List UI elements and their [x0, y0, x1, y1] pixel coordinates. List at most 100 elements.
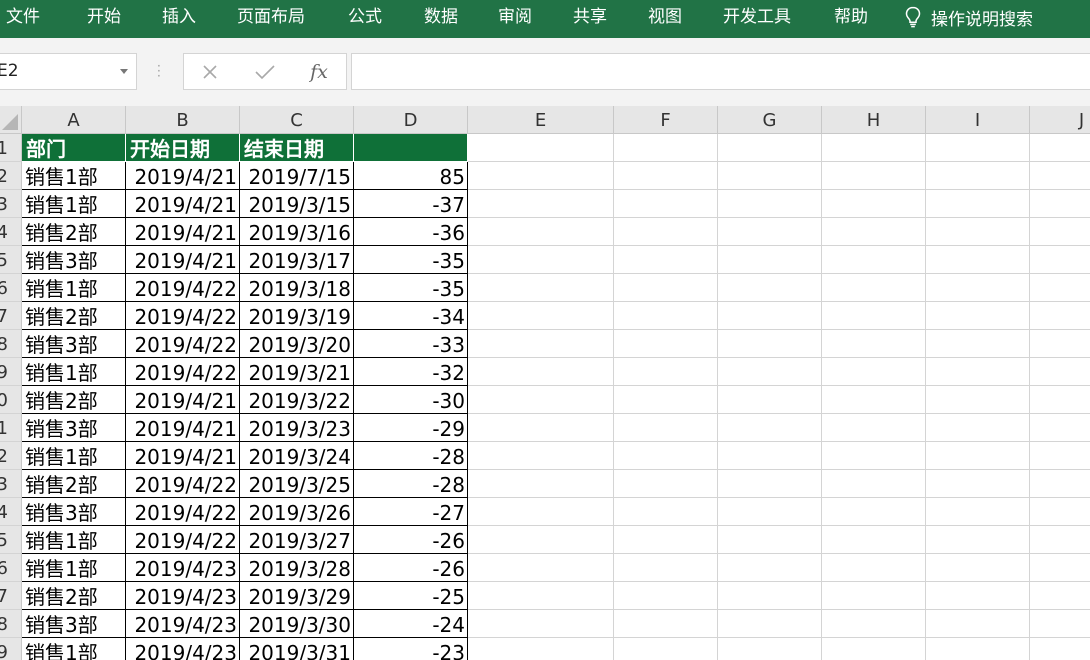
data-cell[interactable]: 销售3部: [22, 414, 126, 442]
tab-home[interactable]: 开始: [87, 5, 121, 29]
row-header[interactable]: 18: [0, 610, 22, 638]
cell[interactable]: [614, 498, 718, 526]
cell[interactable]: [822, 246, 926, 274]
cell[interactable]: [614, 554, 718, 582]
splitter-handle[interactable]: · · ·: [157, 60, 161, 82]
data-cell[interactable]: 销售1部: [22, 638, 126, 660]
tab-data[interactable]: 数据: [424, 5, 458, 29]
cell[interactable]: [926, 330, 1030, 358]
row-header[interactable]: 15: [0, 526, 22, 554]
cell[interactable]: [926, 302, 1030, 330]
cell[interactable]: [718, 442, 822, 470]
data-cell[interactable]: 2019/3/25: [240, 470, 354, 498]
cell[interactable]: [926, 610, 1030, 638]
column-header-f[interactable]: F: [614, 106, 718, 134]
cell[interactable]: [926, 638, 1030, 660]
cell[interactable]: [718, 526, 822, 554]
cell[interactable]: [1030, 246, 1090, 274]
cell[interactable]: [1030, 358, 1090, 386]
data-cell[interactable]: -23: [354, 638, 468, 660]
tab-formulas[interactable]: 公式: [348, 5, 382, 29]
data-cell[interactable]: 2019/4/21: [126, 414, 240, 442]
data-cell[interactable]: -29: [354, 414, 468, 442]
data-cell[interactable]: 2019/4/22: [126, 358, 240, 386]
cell[interactable]: [718, 162, 822, 190]
cell[interactable]: [468, 302, 614, 330]
row-header[interactable]: 10: [0, 386, 22, 414]
cell[interactable]: [614, 526, 718, 554]
cell[interactable]: [718, 330, 822, 358]
data-cell[interactable]: -27: [354, 498, 468, 526]
data-cell[interactable]: 2019/3/27: [240, 526, 354, 554]
column-header-a[interactable]: A: [22, 106, 126, 134]
data-cell[interactable]: 销售1部: [22, 554, 126, 582]
row-header[interactable]: 7: [0, 302, 22, 330]
cell[interactable]: [926, 218, 1030, 246]
cell[interactable]: [718, 134, 822, 162]
data-cell[interactable]: 销售2部: [22, 470, 126, 498]
cell[interactable]: [468, 386, 614, 414]
cell[interactable]: [614, 190, 718, 218]
cell[interactable]: [926, 246, 1030, 274]
data-cell[interactable]: 销售1部: [22, 190, 126, 218]
cell[interactable]: [1030, 386, 1090, 414]
cell[interactable]: [468, 526, 614, 554]
header-cell[interactable]: 部门: [22, 134, 126, 162]
cell[interactable]: [468, 218, 614, 246]
tab-help[interactable]: 帮助: [834, 5, 868, 29]
header-cell[interactable]: 结束日期: [240, 134, 354, 162]
cell[interactable]: [822, 526, 926, 554]
select-all-button[interactable]: [0, 106, 22, 134]
cell[interactable]: [718, 274, 822, 302]
data-cell[interactable]: 2019/4/22: [126, 526, 240, 554]
cell[interactable]: [822, 358, 926, 386]
data-cell[interactable]: 2019/3/19: [240, 302, 354, 330]
data-cell[interactable]: 2019/4/22: [126, 470, 240, 498]
data-cell[interactable]: 2019/4/23: [126, 638, 240, 660]
column-header-d[interactable]: D: [354, 106, 468, 134]
cell[interactable]: [1030, 134, 1090, 162]
data-cell[interactable]: 2019/3/31: [240, 638, 354, 660]
data-cell[interactable]: 销售1部: [22, 526, 126, 554]
row-header[interactable]: 9: [0, 358, 22, 386]
cell[interactable]: [718, 386, 822, 414]
data-cell[interactable]: -33: [354, 330, 468, 358]
column-header-j[interactable]: J: [1030, 106, 1090, 134]
data-cell[interactable]: -37: [354, 190, 468, 218]
cell[interactable]: [468, 358, 614, 386]
cell[interactable]: [822, 190, 926, 218]
cell[interactable]: [468, 582, 614, 610]
row-header[interactable]: 17: [0, 582, 22, 610]
row-header[interactable]: 16: [0, 554, 22, 582]
tab-developer[interactable]: 开发工具: [723, 5, 791, 29]
cell[interactable]: [614, 414, 718, 442]
cell[interactable]: [926, 358, 1030, 386]
column-header-g[interactable]: G: [718, 106, 822, 134]
cell[interactable]: [1030, 582, 1090, 610]
enter-button[interactable]: [245, 54, 285, 89]
data-cell[interactable]: 85: [354, 162, 468, 190]
row-header[interactable]: 8: [0, 330, 22, 358]
cell[interactable]: [614, 470, 718, 498]
cell[interactable]: [926, 162, 1030, 190]
data-cell[interactable]: 2019/3/26: [240, 498, 354, 526]
data-cell[interactable]: 2019/3/24: [240, 442, 354, 470]
cell[interactable]: [1030, 302, 1090, 330]
data-cell[interactable]: 2019/4/21: [126, 442, 240, 470]
data-cell[interactable]: -35: [354, 274, 468, 302]
cell[interactable]: [822, 638, 926, 660]
cell[interactable]: [718, 582, 822, 610]
data-cell[interactable]: 销售3部: [22, 610, 126, 638]
data-cell[interactable]: 2019/7/15: [240, 162, 354, 190]
cell[interactable]: [1030, 470, 1090, 498]
tab-review[interactable]: 审阅: [498, 5, 532, 29]
data-cell[interactable]: -26: [354, 554, 468, 582]
cell[interactable]: [614, 638, 718, 660]
cell[interactable]: [926, 526, 1030, 554]
data-cell[interactable]: 2019/4/21: [126, 190, 240, 218]
row-header[interactable]: 19: [0, 638, 22, 660]
cell[interactable]: [926, 498, 1030, 526]
cell[interactable]: [1030, 610, 1090, 638]
cell[interactable]: [822, 498, 926, 526]
cell[interactable]: [1030, 638, 1090, 660]
